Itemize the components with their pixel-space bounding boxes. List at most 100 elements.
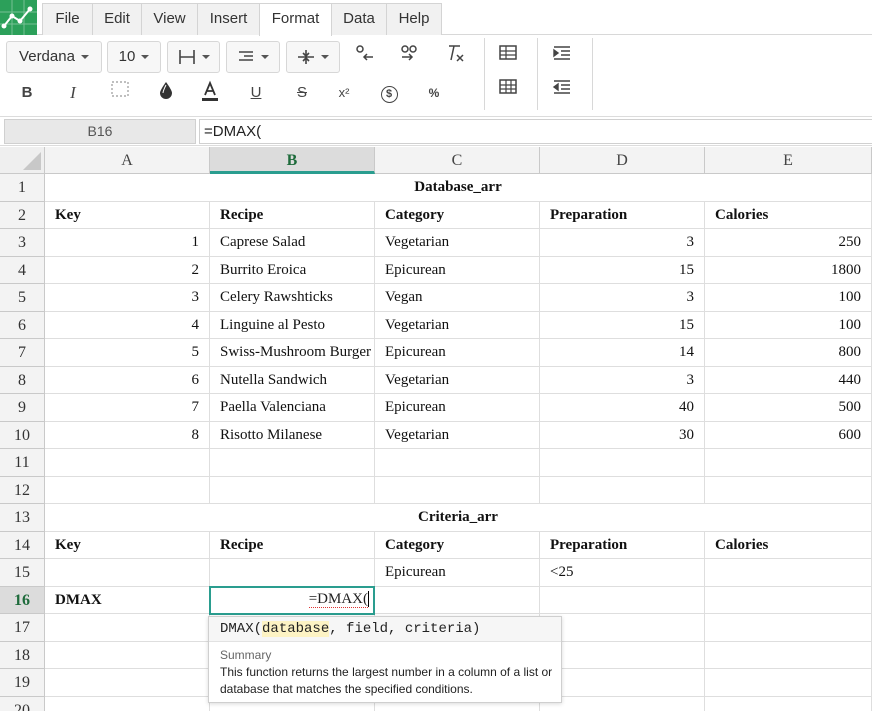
row-header-14[interactable]: 14 [0,531,45,559]
cell-d7[interactable]: 14 [540,339,705,367]
cell-b11[interactable] [210,449,375,477]
cell-a20[interactable] [45,696,210,711]
cell-c16[interactable] [375,586,540,614]
row-header-2[interactable]: 2 [0,201,45,229]
row-header-17[interactable]: 17 [0,614,45,642]
indent-increase-icon[interactable] [549,44,575,70]
cell-a7[interactable]: 5 [45,339,210,367]
cell-c7[interactable]: Epicurean [375,339,540,367]
cell-d3[interactable]: 3 [540,229,705,257]
menu-data[interactable]: Data [331,3,387,35]
cell-a14[interactable]: Key [45,531,210,559]
cell-a15[interactable] [45,559,210,587]
cell-d20[interactable] [540,696,705,711]
cell-b14[interactable]: Recipe [210,531,375,559]
cell-e10[interactable]: 600 [705,421,872,449]
indent-decrease-icon[interactable] [549,78,575,104]
cell-b8[interactable]: Nutella Sandwich [210,366,375,394]
cell-e4[interactable]: 1800 [705,256,872,284]
cell-b12[interactable] [210,476,375,504]
row-header-18[interactable]: 18 [0,641,45,669]
cell-a11[interactable] [45,449,210,477]
cell-e15[interactable] [705,559,872,587]
menu-edit[interactable]: Edit [92,3,142,35]
cell-c5[interactable]: Vegan [375,284,540,312]
cell-e9[interactable]: 500 [705,394,872,422]
cell-a13[interactable]: Criteria_arr [45,504,872,532]
cell-c10[interactable]: Vegetarian [375,421,540,449]
cell-d11[interactable] [540,449,705,477]
row-header-8[interactable]: 8 [0,366,45,394]
cell-c11[interactable] [375,449,540,477]
cell-e12[interactable] [705,476,872,504]
cell-e16[interactable] [705,586,872,614]
cell-d19[interactable] [540,669,705,697]
cell-b9[interactable]: Paella Valenciana [210,394,375,422]
row-header-10[interactable]: 10 [0,421,45,449]
cell-c2[interactable]: Category [375,201,540,229]
cell-a19[interactable] [45,669,210,697]
menu-help[interactable]: Help [386,3,442,35]
cell-d2[interactable]: Preparation [540,201,705,229]
column-header-c[interactable]: C [375,147,540,174]
menu-file[interactable]: File [42,3,93,35]
cell-b3[interactable]: Caprese Salad [210,229,375,257]
cell-c15[interactable]: Epicurean [375,559,540,587]
cell-b4[interactable]: Burrito Eroica [210,256,375,284]
cell-c12[interactable] [375,476,540,504]
row-header-19[interactable]: 19 [0,669,45,697]
cell-d9[interactable]: 40 [540,394,705,422]
cell-d6[interactable]: 15 [540,311,705,339]
italic-button[interactable]: I [60,80,86,106]
row-header-4[interactable]: 4 [0,256,45,284]
cell-a16[interactable]: DMAX [45,586,210,614]
table-grid-icon[interactable] [495,78,521,104]
cell-a6[interactable]: 4 [45,311,210,339]
superscript-button[interactable]: x² [331,80,357,106]
cell-d4[interactable]: 15 [540,256,705,284]
currency-button[interactable]: $ [376,80,402,106]
cell-a17[interactable] [45,614,210,642]
strikethrough-button[interactable]: S [289,80,315,106]
cell-e6[interactable]: 100 [705,311,872,339]
cell-d12[interactable] [540,476,705,504]
row-header-7[interactable]: 7 [0,339,45,367]
font-family-select[interactable]: Verdana [6,41,102,73]
menu-view[interactable]: View [141,3,198,35]
cell-e19[interactable] [705,669,872,697]
cell-d14[interactable]: Preparation [540,531,705,559]
fill-color-icon[interactable] [153,80,179,106]
align-button[interactable] [226,41,280,73]
cell-e11[interactable] [705,449,872,477]
increase-decimal-icon[interactable] [397,44,423,70]
name-box[interactable]: B16 [4,119,196,144]
row-header-3[interactable]: 3 [0,229,45,257]
cell-a2[interactable]: Key [45,201,210,229]
cell-e7[interactable]: 800 [705,339,872,367]
percent-button[interactable]: % [421,80,447,106]
cell-b6[interactable]: Linguine al Pesto [210,311,375,339]
row-header-20[interactable]: 20 [0,696,45,711]
cell-d5[interactable]: 3 [540,284,705,312]
cell-c4[interactable]: Epicurean [375,256,540,284]
cell-c9[interactable]: Epicurean [375,394,540,422]
cell-b15[interactable] [210,559,375,587]
row-header-11[interactable]: 11 [0,449,45,477]
bold-button[interactable]: B [14,80,40,106]
insert-table-icon[interactable] [495,44,521,70]
row-header-6[interactable]: 6 [0,311,45,339]
cell-c14[interactable]: Category [375,531,540,559]
cell-d16[interactable] [540,586,705,614]
column-header-b[interactable]: B [210,147,375,174]
cell-a1[interactable]: Database_arr [45,174,872,202]
cell-e3[interactable]: 250 [705,229,872,257]
cell-a18[interactable] [45,641,210,669]
cell-a3[interactable]: 1 [45,229,210,257]
text-color-icon[interactable] [197,80,223,106]
row-header-9[interactable]: 9 [0,394,45,422]
column-header-a[interactable]: A [45,147,210,174]
cell-a8[interactable]: 6 [45,366,210,394]
cell-d8[interactable]: 3 [540,366,705,394]
cell-b10[interactable]: Risotto Milanese [210,421,375,449]
menu-insert[interactable]: Insert [197,3,260,35]
